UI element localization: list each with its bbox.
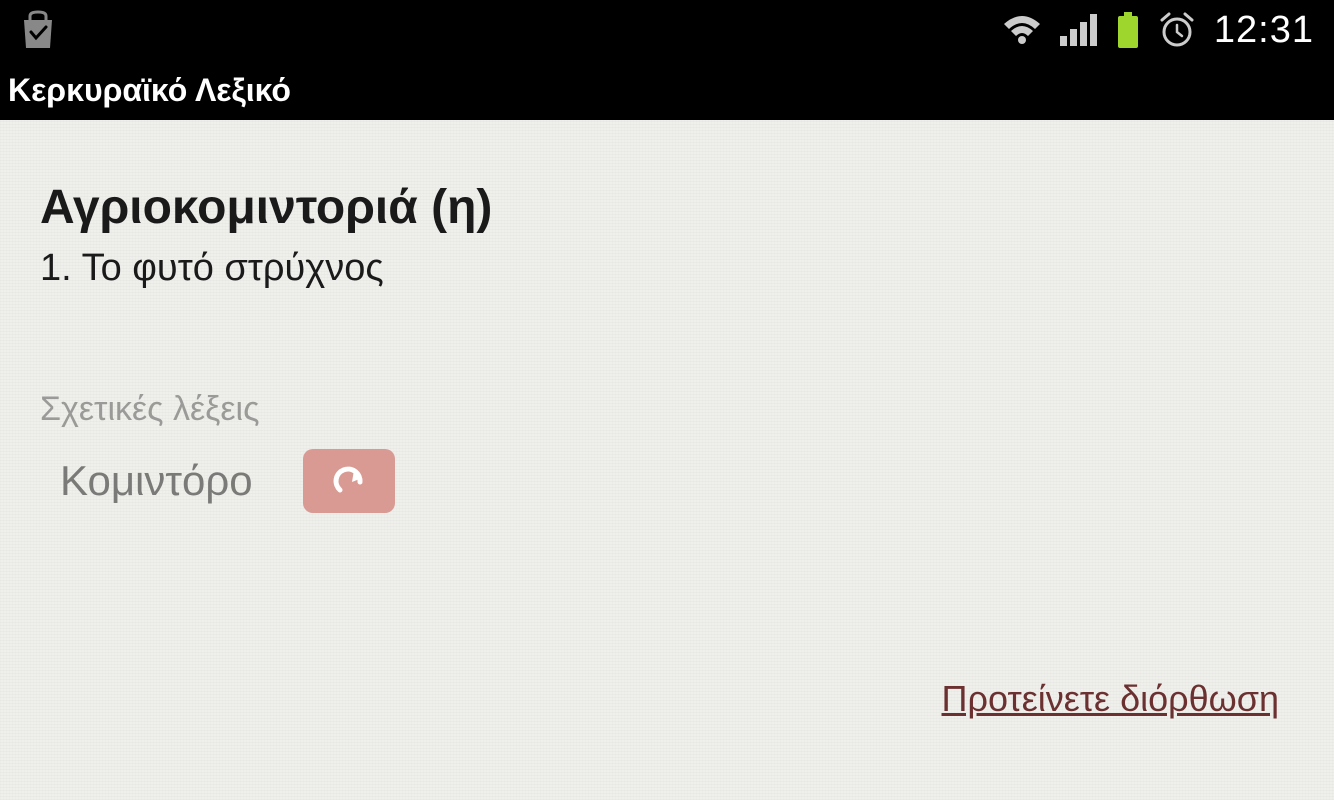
content-area: Αγριοκομιντοριά (η) 1. Το φυτό στρύχνος … xyxy=(0,120,1334,800)
related-section: Σχετικές λέξεις Κομιντόρο xyxy=(40,390,1294,513)
go-button[interactable] xyxy=(303,449,395,513)
suggest-correction-link[interactable]: Προτείνετε διόρθωση xyxy=(942,678,1279,720)
battery-icon xyxy=(1116,12,1140,48)
app-bar: Κερκυραϊκό Λεξικό xyxy=(0,60,1334,120)
wifi-icon xyxy=(1002,14,1042,46)
related-row: Κομιντόρο xyxy=(40,449,1294,513)
shopping-bag-icon xyxy=(20,10,56,50)
status-left xyxy=(20,10,56,50)
entry-definition: 1. Το φυτό στρύχνος xyxy=(40,247,1294,290)
status-bar: 12:31 xyxy=(0,0,1334,60)
related-word[interactable]: Κομιντόρο xyxy=(60,457,253,505)
related-label: Σχετικές λέξεις xyxy=(40,390,1294,429)
entry-word: Αγριοκομιντοριά (η) xyxy=(40,180,1294,235)
signal-icon xyxy=(1060,14,1098,46)
status-clock: 12:31 xyxy=(1214,9,1314,52)
alarm-icon xyxy=(1158,12,1196,48)
status-right: 12:31 xyxy=(1002,9,1314,52)
redo-icon xyxy=(330,462,368,500)
app-title: Κερκυραϊκό Λεξικό xyxy=(8,72,291,109)
